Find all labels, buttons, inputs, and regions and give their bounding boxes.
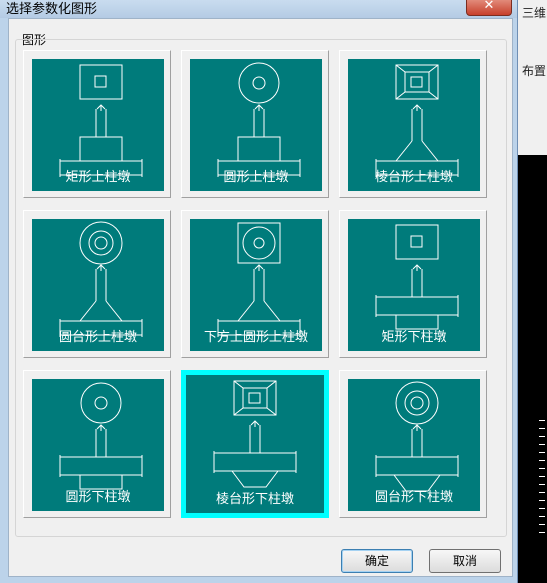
shape-option-8[interactable]: 棱台形下柱墩 [181,370,329,518]
shape-preview: 棱台形下柱墩 [186,375,324,513]
shape-preview: 圆形上柱墩 [190,59,322,191]
shape-option-3[interactable]: 棱台形上柱墩 [339,50,487,198]
background-app: 三维 布置 [517,0,547,583]
shape-option-4[interactable]: 圆台形上柱墩 [23,210,171,358]
dialog-title: 选择参数化图形 [6,2,98,17]
shape-label: 棱台形上柱墩 [374,170,453,185]
cancel-button[interactable]: 取消 [429,549,501,573]
shape-preview: 圆台形下柱墩 [348,379,480,511]
background-label-3d: 三维 [522,6,547,20]
shape-preview: 下方上圆形上柱墩 [190,219,322,351]
shape-option-1[interactable]: 矩形上柱墩 [23,50,171,198]
shape-option-7[interactable]: 圆形下柱墩 [23,370,171,518]
shape-label: 圆形上柱墩 [223,170,289,185]
shape-label: 矩形下柱墩 [381,330,447,345]
shape-label: 圆台形下柱墩 [374,490,453,505]
shape-option-9[interactable]: 圆台形下柱墩 [339,370,487,518]
shape-label: 矩形上柱墩 [65,170,131,185]
shape-option-2[interactable]: 圆形上柱墩 [181,50,329,198]
shape-label: 下方上圆形上柱墩 [203,330,308,345]
shape-preview: 矩形上柱墩 [32,59,164,191]
shape-preview: 圆形下柱墩 [32,379,164,511]
background-ruler [539,420,545,540]
shape-preview: 矩形下柱墩 [348,219,480,351]
dialog-body: 图形 矩形上柱墩 圆形上柱墩 棱台形上柱墩 圆台形上柱墩 下方上圆形上柱墩 矩形下柱墩 圆形… [8,18,513,577]
select-shape-dialog: 选择参数化图形 ✕ 图形 矩形上柱墩 圆形上柱墩 棱台形上柱墩 圆台形上柱墩 下方上圆形… [0,0,518,583]
shape-label: 棱台形下柱墩 [215,492,294,507]
shape-preview: 圆台形上柱墩 [32,219,164,351]
shape-label: 圆形下柱墩 [65,490,131,505]
shape-label: 圆台形上柱墩 [58,330,137,345]
background-label-layout: 布置 [522,64,547,78]
shape-option-5[interactable]: 下方上圆形上柱墩 [181,210,329,358]
title-bar[interactable]: 选择参数化图形 ✕ [0,0,517,18]
shape-preview: 棱台形上柱墩 [348,59,480,191]
close-button[interactable]: ✕ [466,0,512,16]
ok-button[interactable]: 确定 [341,549,413,573]
background-panel: 三维 布置 [517,0,547,155]
shape-group: 矩形上柱墩 圆形上柱墩 棱台形上柱墩圆台形上柱墩 下方上圆形上柱墩 矩形下柱墩圆形下柱墩… [15,39,507,537]
shape-option-6[interactable]: 矩形下柱墩 [339,210,487,358]
